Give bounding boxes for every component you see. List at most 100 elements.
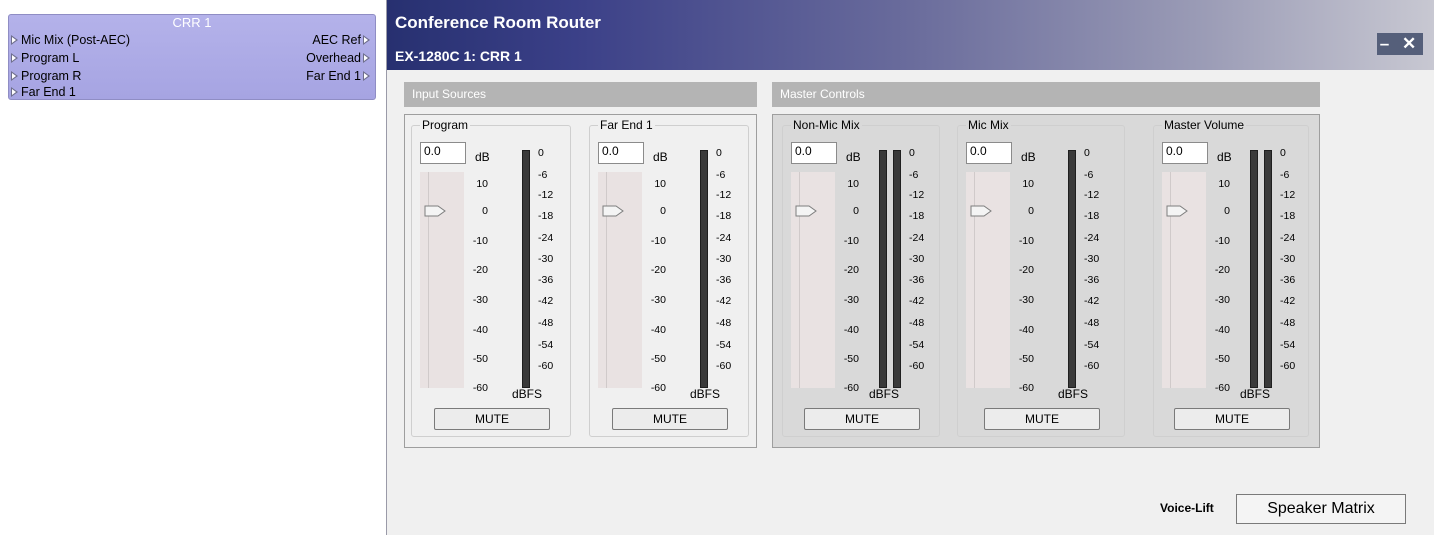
level-meter — [893, 150, 901, 388]
block-input-label: Program L — [21, 51, 80, 65]
meter-tick-label: -18 — [716, 210, 732, 222]
block-input-program-l[interactable]: Program L — [11, 51, 80, 65]
channel-label: Far End 1 — [598, 118, 655, 132]
meter-tick-label: -30 — [909, 253, 925, 265]
meter-tick-label: -12 — [909, 189, 925, 201]
meter-tick-label: -6 — [1084, 169, 1094, 181]
fader-tick-label: -30 — [650, 294, 666, 306]
mute-button[interactable]: MUTE — [1174, 408, 1290, 430]
meter-tick-label: -30 — [716, 253, 732, 265]
meter-tick-label: 0 — [1084, 147, 1090, 159]
fader-tick-label: -30 — [472, 294, 488, 306]
fader-tick-label: 0 — [1224, 205, 1230, 217]
meter-tick-label: -36 — [716, 274, 732, 286]
gain-value-input[interactable]: 0.0 — [1162, 142, 1208, 164]
minimize-close-buttons[interactable]: – ✕ — [1377, 33, 1423, 55]
meter-tick-label: -42 — [909, 295, 925, 307]
fader-tick-label: 0 — [1028, 205, 1034, 217]
block-input-far-end-1[interactable]: Far End 1 — [11, 85, 76, 99]
output-pin-icon[interactable] — [363, 53, 370, 63]
meter-tick-label: -24 — [909, 232, 925, 244]
channel-strip: Far End 1 0.0 dB 10 0 -10 -20 -30 -40 -50 -60 0 -6 -1… — [589, 118, 749, 437]
meter-tick-label: -42 — [716, 295, 732, 307]
meter-tick-label: 0 — [909, 147, 915, 159]
level-meter — [700, 150, 708, 388]
meter-tick-label: -36 — [909, 274, 925, 286]
mute-button[interactable]: MUTE — [612, 408, 728, 430]
level-meter — [522, 150, 530, 388]
gain-unit-label: dB — [653, 150, 668, 164]
fader-tick-label: -60 — [472, 382, 488, 394]
fader-thumb-icon[interactable] — [1166, 205, 1188, 217]
fader-thumb-icon[interactable] — [795, 205, 817, 217]
gain-unit-label: dB — [1217, 150, 1232, 164]
level-meter — [879, 150, 887, 388]
meter-tick-label: -48 — [1084, 317, 1100, 329]
channel-strip: Mic Mix 0.0 dB 10 0 -10 -20 -30 -40 -50 -60 0 -6 -12 -… — [957, 118, 1125, 437]
meter-unit-label: dBFS — [690, 387, 721, 401]
meter-tick-label: -12 — [1084, 189, 1100, 201]
meter-tick-label: -48 — [909, 317, 925, 329]
meter-tick-label: -48 — [716, 317, 732, 329]
meter-unit-label: dBFS — [512, 387, 543, 401]
speaker-matrix-button[interactable]: Speaker Matrix — [1236, 494, 1406, 524]
channel-label: Program — [420, 118, 471, 132]
crr-block[interactable]: CRR 1 Mic Mix (Post-AEC) Program L Progr… — [8, 14, 376, 100]
mute-button[interactable]: MUTE — [434, 408, 550, 430]
gain-value-input[interactable]: 0.0 — [966, 142, 1012, 164]
output-pin-icon[interactable] — [363, 35, 370, 45]
input-pin-icon[interactable] — [11, 87, 18, 97]
meter-tick-label: -24 — [716, 232, 732, 244]
gain-value-input[interactable]: 0.0 — [598, 142, 644, 164]
fader-thumb-icon[interactable] — [424, 205, 446, 217]
fader-tick-label: -40 — [1214, 324, 1230, 336]
meter-tick-label: -12 — [538, 189, 554, 201]
mute-button[interactable]: MUTE — [804, 408, 920, 430]
meter-unit-label: dBFS — [1240, 387, 1271, 401]
fader-thumb-icon[interactable] — [970, 205, 992, 217]
meter-tick-label: -54 — [716, 339, 732, 351]
meter-tick-label: -60 — [1084, 360, 1100, 372]
meter-tick-label: -60 — [716, 360, 732, 372]
meter-tick-label: -60 — [909, 360, 925, 372]
input-pin-icon[interactable] — [11, 71, 18, 81]
input-pin-icon[interactable] — [11, 35, 18, 45]
gain-value-input[interactable]: 0.0 — [420, 142, 466, 164]
meter-tick-label: -6 — [909, 169, 919, 181]
input-pin-icon[interactable] — [11, 53, 18, 63]
meter-tick-label: -30 — [538, 253, 554, 265]
title-bar[interactable]: Conference Room Router EX-1280C 1: CRR 1… — [387, 0, 1434, 70]
meter-tick-label: 0 — [538, 147, 544, 159]
fader-tick-label: 10 — [1218, 178, 1230, 190]
fader-tick-label: 10 — [1022, 178, 1034, 190]
block-input-mic-mix[interactable]: Mic Mix (Post-AEC) — [11, 33, 130, 47]
voice-lift-label[interactable]: Voice-Lift — [1160, 501, 1214, 515]
meter-tick-label: -42 — [1084, 295, 1100, 307]
gain-value-input[interactable]: 0.0 — [791, 142, 837, 164]
fader-tick-label: -40 — [1018, 324, 1034, 336]
output-pin-icon[interactable] — [363, 71, 370, 81]
channel-strip: Program 0.0 dB 10 0 -10 -20 -30 -40 -50 -60 0 -6 -12 -… — [411, 118, 571, 437]
meter-tick-label: -6 — [1280, 169, 1290, 181]
fader-tick-label: -10 — [1214, 235, 1230, 247]
block-input-program-r[interactable]: Program R — [11, 69, 81, 83]
fader-tick-label: -10 — [650, 235, 666, 247]
block-input-label: Far End 1 — [21, 85, 76, 99]
meter-tick-label: 0 — [716, 147, 722, 159]
window-subtitle: EX-1280C 1: CRR 1 — [395, 48, 522, 64]
meter-tick-label: -30 — [1084, 253, 1100, 265]
fader-tick-label: 10 — [847, 178, 859, 190]
meter-tick-label: -6 — [716, 169, 726, 181]
gain-unit-label: dB — [1021, 150, 1036, 164]
mute-button[interactable]: MUTE — [984, 408, 1100, 430]
meter-tick-label: -54 — [1084, 339, 1100, 351]
channel-label: Mic Mix — [966, 118, 1011, 132]
master-controls-header: Master Controls — [772, 82, 1320, 107]
meter-tick-label: -42 — [538, 295, 554, 307]
block-output-far-end-1[interactable]: Far End 1 — [306, 69, 370, 83]
fader-thumb-icon[interactable] — [602, 205, 624, 217]
block-output-aec-ref[interactable]: AEC Ref — [312, 33, 370, 47]
block-output-overhead[interactable]: Overhead — [306, 51, 370, 65]
fader-tick-label: 0 — [853, 205, 859, 217]
fader-tick-label: -50 — [843, 353, 859, 365]
